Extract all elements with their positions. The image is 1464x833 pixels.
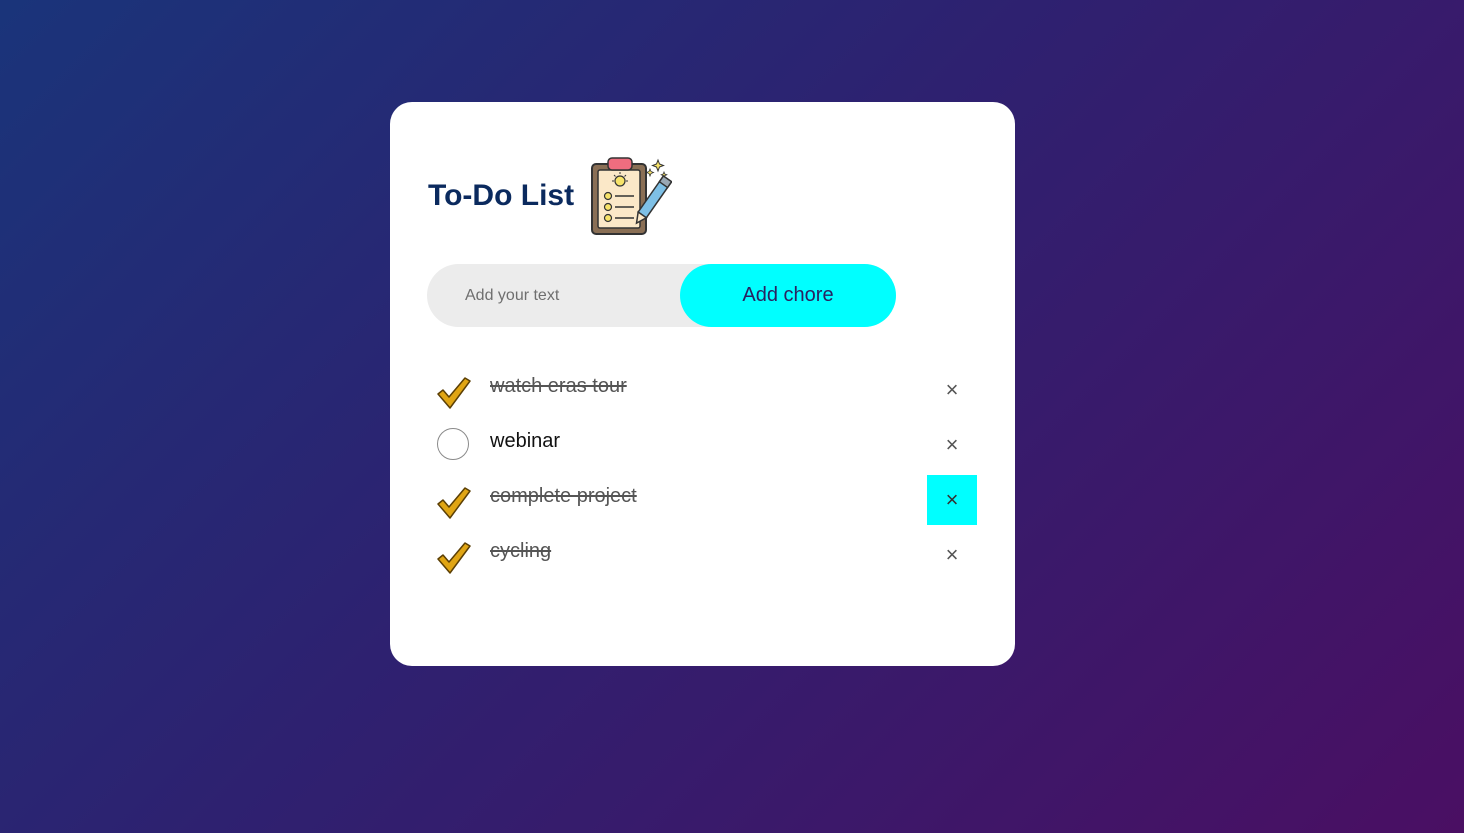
header: To-Do List <box>428 156 673 236</box>
task-list: watch eras tour × webinar × complete pro… <box>390 357 1015 577</box>
task-label: watch eras tour <box>490 375 627 397</box>
delete-task-button[interactable]: × <box>927 365 977 415</box>
delete-task-button[interactable]: × <box>927 475 977 525</box>
checkmark-icon[interactable] <box>435 540 471 576</box>
add-task-form: Add chore <box>427 264 896 327</box>
task-label: complete project <box>490 485 637 507</box>
task-label: webinar <box>490 430 561 452</box>
task-input[interactable] <box>427 264 687 327</box>
task-label: cycling <box>490 540 552 562</box>
page-title: To-Do List <box>428 179 575 212</box>
todo-card: To-Do List Add your text Add chore watch… <box>390 102 1015 666</box>
checkmark-icon[interactable] <box>435 485 471 521</box>
delete-task-button[interactable]: × <box>927 530 977 580</box>
task-item[interactable]: complete project × <box>390 467 1015 525</box>
task-item[interactable]: cycling × <box>390 522 1015 577</box>
add-chore-button[interactable]: Add chore <box>680 264 896 327</box>
clipboard-checklist-icon <box>591 157 673 235</box>
delete-task-button[interactable]: × <box>927 420 977 470</box>
empty-circle-icon[interactable] <box>437 428 469 460</box>
task-item[interactable]: watch eras tour × <box>390 357 1015 412</box>
task-item[interactable]: webinar × <box>390 412 1015 467</box>
checkmark-icon[interactable] <box>435 375 471 411</box>
